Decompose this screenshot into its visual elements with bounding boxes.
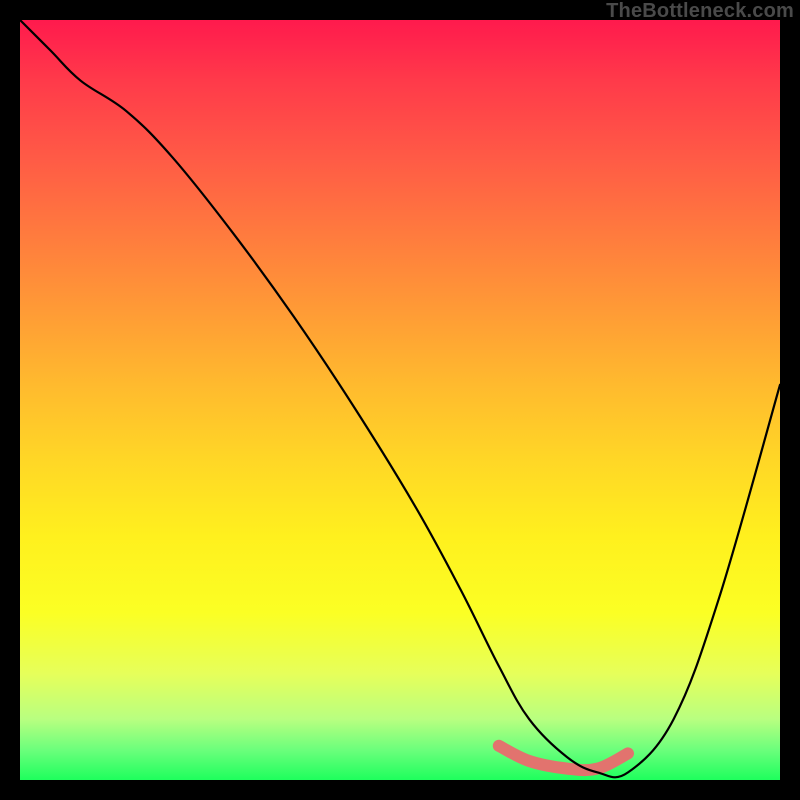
watermark-text: TheBottleneck.com [606, 0, 794, 23]
bottleneck-curve [20, 20, 780, 777]
plot-area [20, 20, 780, 780]
chart-frame: TheBottleneck.com [0, 0, 800, 800]
valley-highlight [499, 746, 628, 770]
curve-layer [20, 20, 780, 780]
